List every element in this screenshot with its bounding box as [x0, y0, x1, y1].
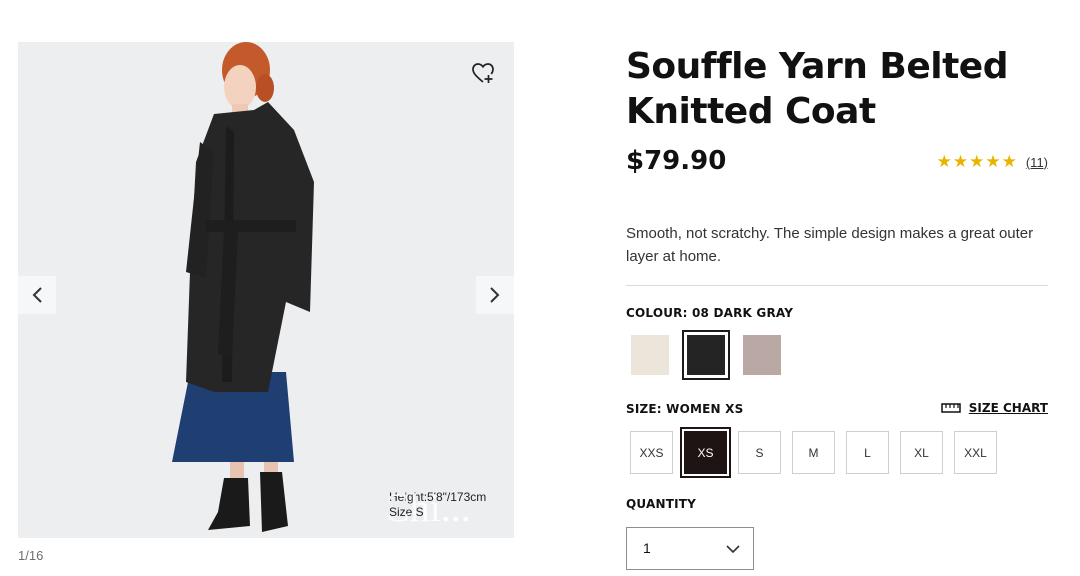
colour-label: COLOUR: 08 DARK GRAY — [626, 306, 794, 320]
image-counter: 1/16 — [18, 548, 44, 563]
swatch-pink-beige[interactable] — [738, 330, 786, 380]
swatch-fill — [687, 335, 725, 375]
next-image-button[interactable] — [476, 276, 514, 314]
product-photo — [18, 42, 514, 538]
product-description: Smooth, not scratchy. The simple design … — [626, 225, 1034, 265]
product-rating[interactable]: ★★★★★ (11) — [937, 152, 1048, 172]
swatch-fill — [743, 335, 781, 375]
review-count-link[interactable]: (11) — [1026, 155, 1048, 170]
chevron-left-icon — [32, 287, 42, 303]
product-image-gallery[interactable]: Height:5'8"/173cm Size:S Chi... — [18, 42, 514, 538]
product-title: Souffle Yarn Belted Knitted Coat — [626, 46, 1008, 132]
size-option-s[interactable]: S — [738, 431, 781, 474]
rating-stars: ★★★★★ — [936, 152, 1018, 171]
size-option-xxs[interactable]: XXS — [630, 431, 673, 474]
model-info: Height:5'8"/173cm Size:S Chi... — [389, 490, 514, 538]
size-option-xl[interactable]: XL — [900, 431, 943, 474]
quantity-label: QUANTITY — [626, 497, 697, 511]
swatch-fill — [631, 335, 669, 375]
size-chart-label: SIZE CHART — [968, 401, 1048, 415]
size-chart-link[interactable]: SIZE CHART — [941, 401, 1048, 415]
colour-swatches — [626, 330, 786, 380]
add-to-wishlist-button[interactable] — [468, 58, 498, 88]
size-option-xs[interactable]: XS — [680, 427, 731, 478]
previous-image-button[interactable] — [18, 276, 56, 314]
swatch-dark-gray[interactable] — [682, 330, 730, 380]
section-divider — [626, 285, 1048, 286]
chevron-down-icon — [726, 545, 740, 554]
quantity-value: 1 — [643, 540, 651, 556]
size-option-m[interactable]: M — [792, 431, 835, 474]
size-option-xxl[interactable]: XXL — [954, 431, 997, 474]
product-price: $79.90 — [626, 146, 727, 176]
chevron-right-icon — [490, 287, 500, 303]
size-options: XXS XS S M L XL XXL — [630, 427, 997, 478]
ruler-icon — [941, 403, 961, 413]
heart-plus-icon — [472, 63, 494, 83]
quantity-select[interactable]: 1 — [626, 527, 754, 570]
size-option-l[interactable]: L — [846, 431, 889, 474]
swatch-off-white[interactable] — [626, 330, 674, 380]
watermark-overlay: Chi... — [389, 490, 471, 530]
size-label: SIZE: WOMEN XS — [626, 402, 744, 416]
